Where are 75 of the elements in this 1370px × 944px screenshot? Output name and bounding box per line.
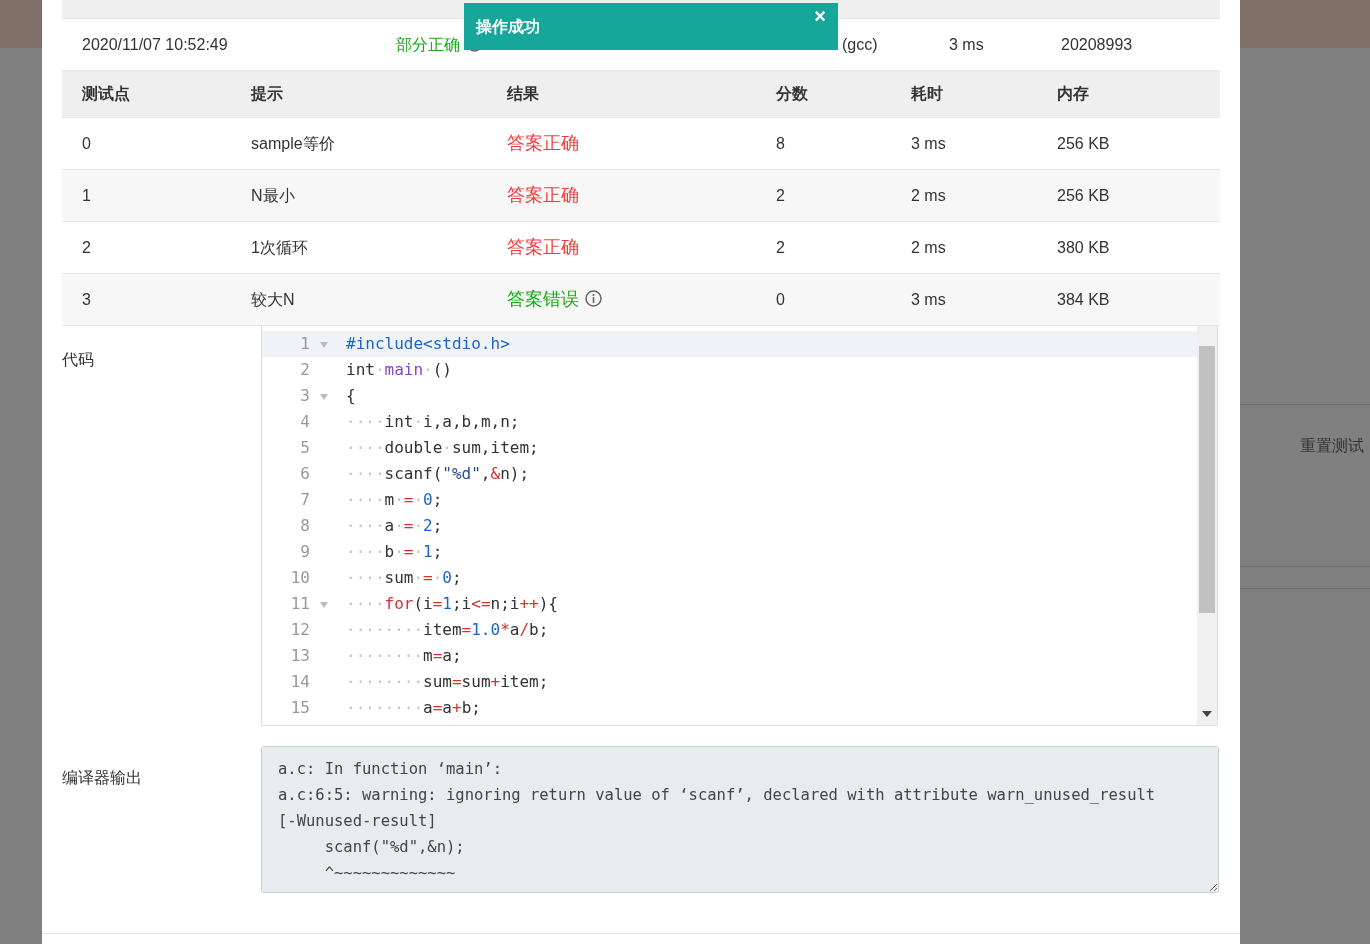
column-header: 测试点 (81, 84, 131, 104)
table-cell-text: 256 KB (1056, 133, 1111, 154)
result-text: 答案正确 (507, 237, 579, 257)
table-cell-text: 0 (81, 133, 92, 154)
line-number: 7 (299, 489, 310, 511)
column-header: 提示 (249, 84, 284, 104)
line-number: 15 (289, 697, 310, 719)
code-line: ····b·=·1; (346, 541, 444, 563)
scrollbar[interactable] (1197, 326, 1217, 725)
field-label: 代码 (62, 350, 95, 370)
table-cell-text: 20208993 (1060, 34, 1134, 55)
table-cell-text: 2 ms (910, 185, 947, 206)
code-line: ········a=a+b; (346, 697, 482, 719)
line-number: 8 (299, 515, 310, 537)
table-cell-text: N最小 (250, 185, 296, 206)
column-header: 耗时 (910, 84, 944, 104)
table-cell-text: 2 ms (910, 237, 947, 258)
fold-icon[interactable] (320, 341, 328, 348)
code-line: ········m=a; (346, 645, 463, 667)
table-cell-text: 2 (81, 237, 92, 258)
table-cell-text: sample等价 (250, 133, 336, 154)
line-number: 5 (299, 437, 310, 459)
line-number: 11 (289, 593, 310, 615)
background-text: 重置测试 (1300, 436, 1364, 456)
line-number: 4 (299, 411, 310, 433)
line-number: 1 (299, 333, 310, 355)
table-cell-text: 3 (81, 289, 92, 310)
code-line: ····scanf("%d",&n); (346, 463, 531, 485)
line-number: 6 (299, 463, 310, 485)
result-text: 答案正确 (507, 185, 579, 205)
code-line: int·main·() (346, 359, 453, 381)
scroll-down-icon[interactable] (1202, 711, 1212, 717)
code-line: ····for(i=1;i<=n;i++){ (346, 593, 559, 615)
table-cell-text: 3 ms (910, 133, 947, 154)
table-cell-text: 380 KB (1056, 237, 1111, 258)
table-cell-text: 8 (775, 133, 786, 154)
table-cell-text: 1 (81, 185, 92, 206)
fold-icon[interactable] (320, 393, 328, 400)
code-line: ····a·=·2; (346, 515, 444, 537)
code-line: ····double·sum,item; (346, 437, 540, 459)
table-cell-text: 2020/11/07 10:52:49 (81, 34, 229, 55)
column-header: 分数 (775, 84, 809, 104)
column-header: 结果 (506, 84, 540, 104)
line-number: 14 (289, 671, 310, 693)
line-number: 12 (289, 619, 310, 641)
column-header: 内存 (1056, 84, 1090, 104)
line-number: 2 (299, 359, 310, 381)
table-cell-text: (gcc) (841, 34, 879, 55)
info-icon[interactable] (585, 290, 602, 307)
status-text: 部分正确 (396, 35, 460, 53)
line-number: 3 (299, 385, 310, 407)
line-number: 13 (289, 645, 310, 667)
result-text: 答案正确 (507, 133, 579, 153)
fold-icon[interactable] (320, 601, 328, 608)
table-cell-text: 3 ms (910, 289, 947, 310)
field-label: 编译器输出 (62, 768, 143, 788)
result-text: 答案错误 (507, 289, 579, 309)
code-line: ········sum=sum+item; (346, 671, 550, 693)
code-line: ····sum·=·0; (346, 567, 463, 589)
line-number: 9 (299, 541, 310, 563)
table-cell-text: 384 KB (1056, 289, 1111, 310)
code-line: ····int·i,a,b,m,n; (346, 411, 521, 433)
table-cell-text: 2 (775, 237, 786, 258)
toast-message: 操作成功 (476, 16, 540, 37)
table-cell-text: 0 (775, 289, 786, 310)
code-line: ········item=1.0*a/b; (346, 619, 550, 641)
code-line: ····m·=·0; (346, 489, 444, 511)
table-cell-text: 较大N (250, 289, 296, 310)
line-number: 10 (289, 567, 310, 589)
code-line: { (346, 385, 357, 407)
table-cell-text: 3 ms (948, 34, 985, 55)
output-field[interactable]: a.c: In function ‘main’: a.c:6:5: warning: ignoring return value of ‘scanf’, declared with attribute warn_unused_result [-Wunused-result] scanf("%d",&n); ^~~~~~~~~~~~~~ (261, 746, 1219, 893)
table-cell-text: 2 (775, 185, 786, 206)
table-cell-text: 1次循环 (250, 237, 309, 258)
table-cell-text: 256 KB (1056, 185, 1111, 206)
